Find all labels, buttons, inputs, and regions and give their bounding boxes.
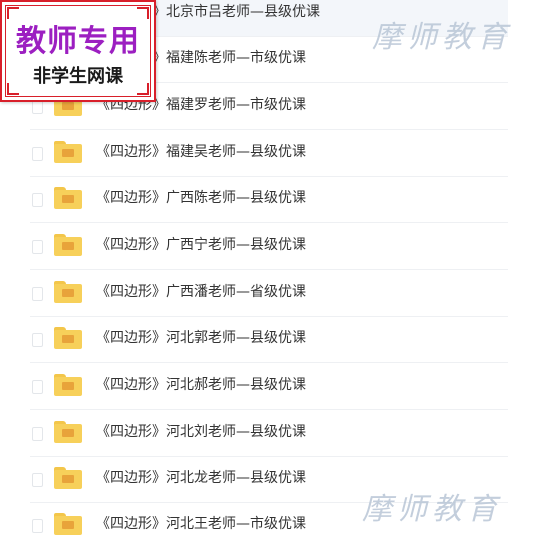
- file-row[interactable]: 《四边形》广西潘老师—省级优课: [30, 270, 508, 317]
- file-name[interactable]: 《四边形》广西潘老师—省级优课: [96, 282, 306, 302]
- folder-icon: [54, 141, 82, 163]
- folder-icon: [54, 374, 82, 396]
- file-name[interactable]: 《四边形》广西宁老师—县级优课: [96, 235, 306, 255]
- file-row[interactable]: 《四边形》河北刘老师—县级优课: [30, 410, 508, 457]
- row-checkbox[interactable]: [32, 287, 43, 301]
- folder-icon: [54, 187, 82, 209]
- stamp-title: 教师专用: [16, 24, 140, 59]
- watermark-text: 摩师教育: [362, 492, 502, 527]
- row-checkbox[interactable]: [32, 380, 43, 394]
- file-row[interactable]: 《四边形》河北郭老师—县级优课: [30, 316, 508, 363]
- file-name[interactable]: 《四边形》河北王老师—市级优课: [96, 514, 306, 534]
- row-checkbox[interactable]: [32, 100, 43, 114]
- file-row[interactable]: 《四边形》福建吴老师—县级优课: [30, 130, 508, 177]
- row-checkbox[interactable]: [32, 333, 43, 347]
- screenshot-stage: 《四边形》北京市吕老师—县级优课 《四边形》福建陈老师—市级优课 《四边形》福建…: [0, 0, 540, 540]
- watermark-text: 摩师教育: [372, 20, 512, 55]
- folder-icon: [54, 467, 82, 489]
- folder-icon: [54, 327, 82, 349]
- row-checkbox[interactable]: [32, 473, 43, 487]
- stamp-subtitle: 非学生网课: [33, 66, 123, 87]
- row-checkbox[interactable]: [32, 147, 43, 161]
- folder-icon: [54, 281, 82, 303]
- folder-icon: [54, 234, 82, 256]
- file-row[interactable]: 《四边形》河北郝老师—县级优课: [30, 363, 508, 410]
- row-checkbox[interactable]: [32, 193, 43, 207]
- folder-icon: [54, 513, 82, 535]
- file-row[interactable]: 《四边形》广西陈老师—县级优课: [30, 176, 508, 223]
- teacher-only-stamp: 教师专用 非学生网课: [0, 0, 156, 102]
- row-checkbox[interactable]: [32, 519, 43, 533]
- file-name[interactable]: 《四边形》河北刘老师—县级优课: [96, 422, 306, 442]
- file-row[interactable]: 《四边形》广西宁老师—县级优课: [30, 223, 508, 270]
- file-name[interactable]: 《四边形》广西陈老师—县级优课: [96, 188, 306, 208]
- file-name[interactable]: 《四边形》河北龙老师—县级优课: [96, 468, 306, 488]
- row-checkbox[interactable]: [32, 240, 43, 254]
- file-name[interactable]: 《四边形》河北郝老师—县级优课: [96, 375, 306, 395]
- file-name[interactable]: 《四边形》福建吴老师—县级优课: [96, 142, 306, 162]
- row-checkbox[interactable]: [32, 427, 43, 441]
- file-name[interactable]: 《四边形》河北郭老师—县级优课: [96, 328, 306, 348]
- folder-icon: [54, 421, 82, 443]
